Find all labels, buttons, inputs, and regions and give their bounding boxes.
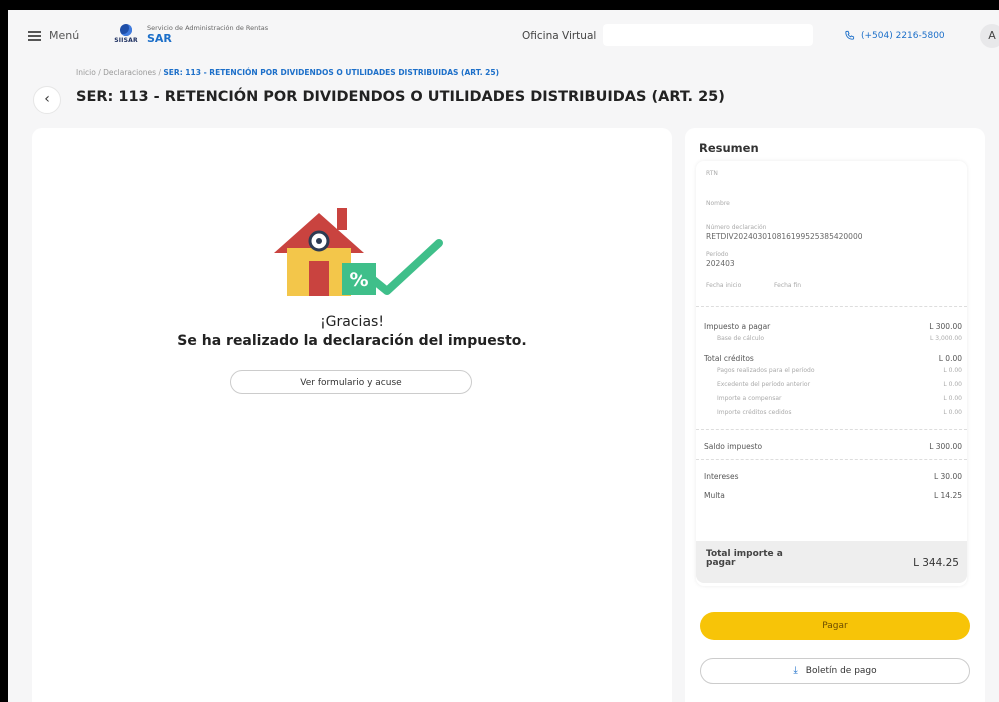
multa-row: Multa L 14.25 [704,491,962,500]
credit-line-value: L 0.00 [943,395,962,402]
multa-value: L 14.25 [933,491,962,500]
header-search-box[interactable] [603,24,813,46]
fecha-fin-label: Fecha fin [774,282,802,289]
brand-name: SAR [147,32,172,45]
base-label: Base de cálculo [717,335,765,342]
confirmation-panel: % ¡Gracias! Se ha realizado la declaraci… [32,128,672,702]
credit-line-label: Importe créditos cedidos [717,409,792,416]
top-bar: Menú SIISAR Servicio de Administración d… [8,10,999,62]
periodo-value: 202403 [706,259,735,268]
total-label: Total importe a pagar [706,549,783,568]
breadcrumb-current: SER: 113 - RETENCIÓN POR DIVIDENDOS O UT… [163,68,500,77]
intereses-value: L 30.00 [933,472,962,481]
hamburger-icon [28,31,41,41]
app-frame: Menú SIISAR Servicio de Administración d… [8,10,999,702]
pay-button[interactable]: Pagar [700,612,970,640]
credit-line-value: L 0.00 [943,381,962,388]
impuesto-label: Impuesto a pagar [704,322,771,331]
logo-badge: SIISAR [111,24,141,44]
logo-sigla: SIISAR [114,37,138,44]
divider [696,459,967,460]
divider [696,306,967,307]
periodo-label: Período [706,251,729,258]
view-form-button[interactable]: Ver formulario y acuse [230,370,472,394]
thanks-title: ¡Gracias! [320,314,384,330]
download-icon: ⤓ [793,665,798,676]
credit-line: Pagos realizados para el período L 0.00 [717,367,962,374]
intereses-row: Intereses L 30.00 [704,472,962,481]
sar-logo[interactable]: SIISAR Servicio de Administración de Ren… [111,24,268,45]
credit-line: Importe a compensar L 0.00 [717,395,962,402]
base-row: Base de cálculo L 3,000.00 [717,335,962,342]
back-button[interactable]: ‹ [33,86,61,114]
credit-line-label: Pagos realizados para el período [717,367,815,374]
phone-number: (+504) 2216-5800 [861,30,945,41]
numero-label: Número declaración [706,224,767,231]
summary-title: Resumen [699,141,759,155]
credit-line-value: L 0.00 [943,367,962,374]
saldo-label: Saldo impuesto [704,442,763,451]
house-tax-illustration: % [274,208,443,296]
total-box: Total importe a pagar L 344.25 [696,541,967,583]
credit-line: Excedente del período anterior L 0.00 [717,381,962,388]
page-title: SER: 113 - RETENCIÓN POR DIVIDENDOS O UT… [76,89,725,105]
credit-line: Importe créditos cedidos L 0.00 [717,409,962,416]
numero-value: RETDIV202403010816199525385420000 [706,232,863,241]
menu-label: Menú [49,29,80,42]
payment-slip-label: Boletín de pago [805,666,877,676]
credit-line-label: Importe a compensar [717,395,782,402]
fecha-inicio-label: Fecha inicio [706,282,742,289]
creditos-row: Total créditos L 0.00 [704,354,962,363]
payment-slip-button[interactable]: ⤓ Boletín de pago [700,658,970,684]
multa-label: Multa [704,491,725,500]
saldo-row: Saldo impuesto L 300.00 [704,442,962,451]
credit-line-value: L 0.00 [943,409,962,416]
breadcrumb: Inicio / Declaraciones / SER: 113 - RETE… [76,68,499,77]
divider [696,429,967,430]
base-value: L 3,000.00 [930,335,962,342]
globe-icon [120,24,132,36]
creditos-value: L 0.00 [938,354,962,363]
breadcrumb-path[interactable]: Inicio / Declaraciones / [76,68,161,77]
phone-link[interactable]: (+504) 2216-5800 [844,30,945,41]
avatar[interactable]: A [980,24,999,48]
impuesto-row: Impuesto a pagar L 300.00 [704,322,962,331]
nombre-label: Nombre [706,200,730,207]
chevron-left-icon: ‹ [44,91,50,107]
total-value: L 344.25 [913,557,959,569]
phone-icon [845,30,855,40]
success-message: Se ha realizado la declaración del impue… [177,333,527,349]
center-title: Oficina Virtual [522,30,597,42]
menu-button[interactable]: Menú [28,29,79,42]
impuesto-value: L 300.00 [929,322,962,331]
intereses-label: Intereses [704,472,739,481]
summary-panel: Resumen RTN Nombre Número declaración RE… [685,128,985,702]
creditos-label: Total créditos [704,354,754,363]
summary-card: RTN Nombre Número declaración RETDIV2024… [696,161,967,586]
rtn-label: RTN [706,170,718,177]
saldo-value: L 300.00 [929,442,962,451]
credit-line-label: Excedente del período anterior [717,381,811,388]
